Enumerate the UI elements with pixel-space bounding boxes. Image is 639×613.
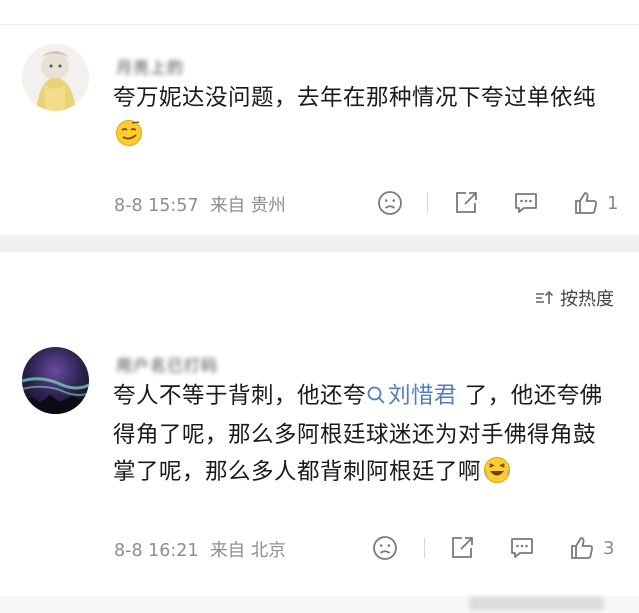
- share-button[interactable]: [449, 533, 475, 563]
- avatar[interactable]: [22, 347, 89, 414]
- sort-icon: [536, 290, 554, 304]
- sad-face-icon: [378, 191, 402, 215]
- action-separator: [427, 193, 428, 213]
- comment-actions: 3: [0, 533, 639, 563]
- topic-link[interactable]: 刘惜君: [366, 383, 457, 409]
- comment-icon: [511, 538, 533, 558]
- reply-button[interactable]: [509, 533, 535, 563]
- topic-link-label: 刘惜君: [388, 383, 458, 409]
- bottom-watermark: [0, 596, 639, 613]
- comment-text-part1: 夸人不等于背刺，他还夸: [113, 383, 367, 409]
- search-icon: [366, 380, 386, 417]
- smirk-emoji-icon: [115, 119, 143, 159]
- section-divider: [0, 235, 639, 252]
- comment-text: 夸万妮达没问题，去年在那种情况下夸过单依纯: [113, 80, 623, 159]
- thumbs-up-icon: [571, 537, 593, 559]
- like-count: 1: [607, 192, 619, 214]
- like-button[interactable]: 1: [573, 188, 618, 218]
- thumbs-up-icon: [575, 192, 597, 214]
- comment-text-body: 夸万妮达没问题，去年在那种情况下夸过单依纯: [113, 85, 597, 111]
- dislike-button[interactable]: [377, 188, 403, 218]
- like-button[interactable]: 3: [569, 533, 614, 563]
- top-divider: [0, 24, 639, 25]
- avatar[interactable]: [22, 44, 89, 111]
- reply-button[interactable]: [513, 188, 539, 218]
- share-icon: [452, 537, 473, 558]
- comment-actions: 1: [0, 188, 639, 218]
- sort-by-hot-button[interactable]: 按热度: [534, 285, 614, 311]
- laughing-tears-emoji-icon: [483, 456, 511, 496]
- username[interactable]: 用户名已打码: [116, 352, 218, 376]
- comment-text: 夸人不等于背刺，他还夸 刘惜君 了，他还夸佛得角了呢，那么多阿根廷球迷还为对手佛得…: [113, 378, 611, 496]
- sort-label: 按热度: [560, 289, 614, 310]
- dislike-button[interactable]: [372, 533, 398, 563]
- sad-face-icon: [373, 536, 397, 560]
- like-count: 3: [603, 537, 615, 559]
- share-button[interactable]: [453, 188, 479, 218]
- share-icon: [456, 192, 477, 213]
- watermark-blur: [469, 597, 604, 610]
- username[interactable]: 月亮上的: [116, 54, 184, 78]
- action-separator: [424, 538, 425, 558]
- comment-icon: [515, 193, 537, 213]
